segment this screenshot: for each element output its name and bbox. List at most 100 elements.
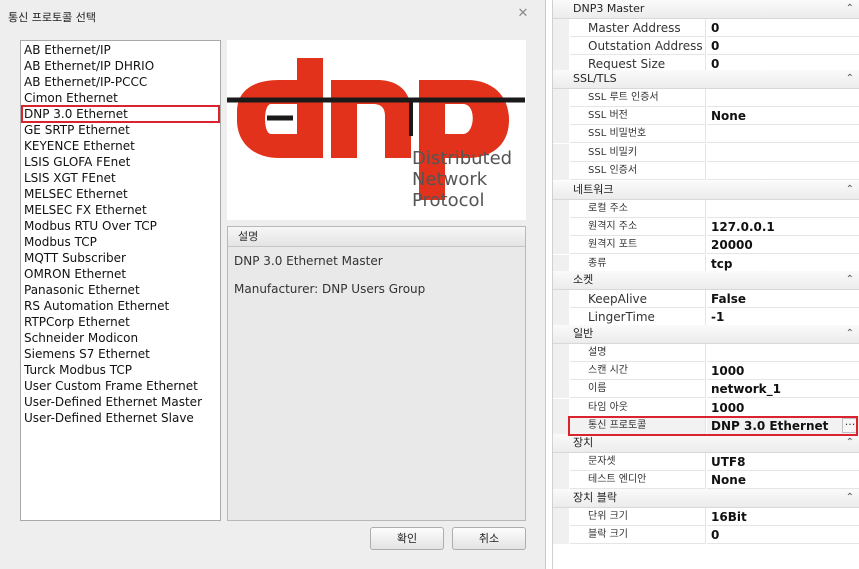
- protocol-list-item[interactable]: RS Automation Ethernet: [22, 298, 219, 314]
- property-value[interactable]: [707, 89, 859, 107]
- property-name: Master Address: [570, 19, 706, 37]
- chevron-up-icon[interactable]: ⌃: [846, 271, 854, 289]
- protocol-list-item[interactable]: MELSEC Ethernet: [22, 186, 219, 202]
- property-value[interactable]: 127.0.0.1: [707, 218, 859, 236]
- property-row[interactable]: LingerTime -1: [553, 308, 859, 326]
- property-row[interactable]: 문자셋 UTF8: [553, 453, 859, 471]
- chevron-up-icon[interactable]: ⌃: [846, 434, 854, 452]
- protocol-list-item[interactable]: GE SRTP Ethernet: [22, 122, 219, 138]
- property-value[interactable]: [707, 200, 859, 218]
- property-row[interactable]: 이름 network_1: [553, 380, 859, 398]
- category-header[interactable]: 네트워크 ⌃: [553, 181, 859, 200]
- property-value[interactable]: network_1: [707, 380, 859, 398]
- protocol-list-item[interactable]: MQTT Subscriber: [22, 250, 219, 266]
- row-gutter: [553, 162, 569, 180]
- property-value[interactable]: 20000: [707, 236, 859, 254]
- protocol-list-item[interactable]: AB Ethernet/IP-PCCC: [22, 74, 219, 90]
- property-row[interactable]: SSL 비밀키: [553, 144, 859, 162]
- category-header[interactable]: 소켓 ⌃: [553, 271, 859, 290]
- row-gutter: [553, 89, 569, 107]
- row-gutter: [553, 144, 569, 162]
- chevron-up-icon[interactable]: ⌃: [846, 0, 854, 18]
- property-row[interactable]: SSL 루트 인증서: [553, 89, 859, 107]
- protocol-list-item[interactable]: OMRON Ethernet: [22, 266, 219, 282]
- protocol-list[interactable]: AB Ethernet/IP AB Ethernet/IP DHRIO AB Eth…: [20, 40, 221, 521]
- property-row[interactable]: 로컬 주소: [553, 200, 859, 218]
- property-row[interactable]: 타임 아웃 1000: [553, 399, 859, 417]
- property-name: SSL 비밀키: [570, 144, 706, 162]
- property-row[interactable]: 테스트 엔디안 None: [553, 471, 859, 489]
- category-header[interactable]: SSL/TLS ⌃: [553, 70, 859, 89]
- property-row[interactable]: SSL 인증서: [553, 162, 859, 180]
- category-header[interactable]: 장치 블락 ⌃: [553, 489, 859, 508]
- property-name: SSL 비밀번호: [570, 125, 706, 143]
- property-row[interactable]: SSL 버전 None: [553, 107, 859, 125]
- property-value[interactable]: [707, 125, 859, 143]
- property-value[interactable]: DNP 3.0 Ethernet: [707, 417, 859, 435]
- protocol-list-item[interactable]: DNP 3.0 Ethernet: [21, 105, 220, 123]
- property-value[interactable]: [707, 162, 859, 180]
- protocol-list-item[interactable]: Cimon Ethernet: [22, 90, 219, 106]
- protocol-list-item[interactable]: Turck Modbus TCP: [22, 362, 219, 378]
- property-row[interactable]: 원격지 포트 20000: [553, 236, 859, 254]
- protocol-list-item[interactable]: LSIS XGT FEnet: [22, 170, 219, 186]
- chevron-up-icon[interactable]: ⌃: [846, 70, 854, 88]
- property-name: 스캔 시간: [570, 362, 706, 380]
- protocol-list-item[interactable]: KEYENCE Ethernet: [22, 138, 219, 154]
- property-value[interactable]: [707, 144, 859, 162]
- property-value[interactable]: 0: [707, 37, 859, 55]
- property-name: KeepAlive: [570, 290, 706, 308]
- protocol-list-item[interactable]: Modbus RTU Over TCP: [22, 218, 219, 234]
- category-header[interactable]: 일반 ⌃: [553, 325, 859, 344]
- property-row[interactable]: SSL 비밀번호: [553, 125, 859, 143]
- protocol-list-item[interactable]: AB Ethernet/IP: [22, 42, 219, 58]
- description-panel: 설명 DNP 3.0 Ethernet Master Manufacturer:…: [227, 226, 526, 521]
- logo-tagline-1: Distributed: [412, 148, 513, 169]
- row-gutter: [553, 453, 569, 471]
- property-row[interactable]: 블락 크기 0: [553, 526, 859, 544]
- property-value[interactable]: [707, 344, 859, 362]
- property-name: 통신 프로토콜: [570, 417, 706, 435]
- chevron-up-icon[interactable]: ⌃: [846, 325, 854, 343]
- property-name: 타임 아웃: [570, 399, 706, 417]
- property-row[interactable]: 원격지 주소 127.0.0.1: [553, 218, 859, 236]
- protocol-list-item[interactable]: LSIS GLOFA FEnet: [22, 154, 219, 170]
- protocol-list-item[interactable]: Modbus TCP: [22, 234, 219, 250]
- ellipsis-button[interactable]: ···: [842, 418, 858, 433]
- ok-button[interactable]: 확인: [370, 527, 444, 550]
- category-header[interactable]: DNP3 Master ⌃: [553, 0, 859, 19]
- protocol-list-item[interactable]: MELSEC FX Ethernet: [22, 202, 219, 218]
- property-row[interactable]: 통신 프로토콜 DNP 3.0 Ethernet ···: [553, 417, 859, 435]
- protocol-list-item[interactable]: AB Ethernet/IP DHRIO: [22, 58, 219, 74]
- property-value[interactable]: 0: [707, 19, 859, 37]
- protocol-list-item[interactable]: User Custom Frame Ethernet: [22, 378, 219, 394]
- protocol-list-item[interactable]: Schneider Modicon: [22, 330, 219, 346]
- close-icon[interactable]: ✕: [516, 7, 530, 21]
- category-header[interactable]: 장치 ⌃: [553, 434, 859, 453]
- property-value[interactable]: None: [707, 471, 859, 489]
- protocol-list-item[interactable]: Panasonic Ethernet: [22, 282, 219, 298]
- property-value[interactable]: 0: [707, 526, 859, 544]
- property-row[interactable]: Master Address 0: [553, 19, 859, 37]
- property-value[interactable]: 1000: [707, 399, 859, 417]
- property-row[interactable]: 단위 크기 16Bit: [553, 508, 859, 526]
- property-value[interactable]: None: [707, 107, 859, 125]
- property-value[interactable]: -1: [707, 308, 859, 326]
- row-gutter: [553, 508, 569, 526]
- property-value[interactable]: 1000: [707, 362, 859, 380]
- property-row[interactable]: KeepAlive False: [553, 290, 859, 308]
- cancel-button[interactable]: 취소: [452, 527, 526, 550]
- chevron-up-icon[interactable]: ⌃: [846, 489, 854, 507]
- property-row[interactable]: 설명: [553, 344, 859, 362]
- property-value[interactable]: UTF8: [707, 453, 859, 471]
- property-row[interactable]: Outstation Address 0: [553, 37, 859, 55]
- property-value[interactable]: 16Bit: [707, 508, 859, 526]
- property-row[interactable]: 스캔 시간 1000: [553, 362, 859, 380]
- protocol-list-item[interactable]: Siemens S7 Ethernet: [22, 346, 219, 362]
- chevron-up-icon[interactable]: ⌃: [846, 181, 854, 199]
- protocol-list-item[interactable]: User-Defined Ethernet Slave: [22, 410, 219, 426]
- protocol-list-item[interactable]: RTPCorp Ethernet: [22, 314, 219, 330]
- property-value[interactable]: False: [707, 290, 859, 308]
- property-name: 로컬 주소: [570, 200, 706, 218]
- protocol-list-item[interactable]: User-Defined Ethernet Master: [22, 394, 219, 410]
